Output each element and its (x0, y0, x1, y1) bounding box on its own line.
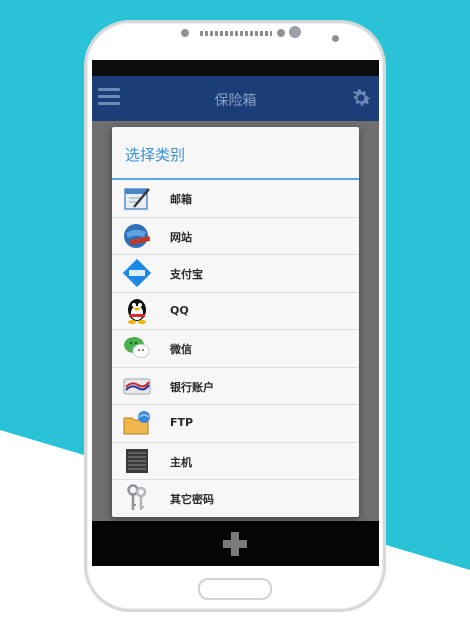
gear-icon[interactable] (349, 86, 373, 110)
category-label: 支付宝 (170, 268, 203, 281)
bottom-bar (92, 521, 379, 566)
category-item-host[interactable]: 主机 (112, 443, 359, 480)
mail-icon (124, 188, 150, 210)
category-label: 主机 (170, 455, 192, 469)
front-camera (289, 26, 301, 38)
category-label: 其它密码 (170, 493, 214, 506)
sensor-dot (332, 35, 339, 42)
app-bar: 保险箱 (92, 76, 379, 121)
category-item-other-password[interactable]: 其它密码 (112, 480, 359, 518)
category-label: 银行账户 (170, 380, 214, 394)
category-label: 微信 (170, 343, 192, 356)
status-bar (92, 60, 379, 76)
bank-card-icon (123, 378, 151, 394)
category-label: 邮箱 (170, 193, 192, 206)
keys-icon (127, 484, 147, 510)
sensor-dot (181, 29, 189, 37)
speaker-grille (200, 31, 272, 36)
alipay-icon (122, 258, 152, 288)
category-item-bank-account[interactable]: 银行账户 (112, 368, 359, 405)
category-item-alipay[interactable]: 支付宝 (112, 255, 359, 293)
globe-icon (124, 223, 151, 248)
plus-icon[interactable] (222, 531, 248, 557)
category-item-website[interactable]: 网站 (112, 218, 359, 255)
app-title: 保险箱 (214, 93, 257, 109)
category-item-qq[interactable]: QQ (112, 293, 359, 330)
qq-penguin-icon (128, 298, 146, 324)
category-list: 邮箱 网站 支付宝 QQ 微信 银行账户 FTP 主机 其它密码 (112, 180, 359, 518)
ftp-folder-icon (123, 411, 150, 435)
category-label: FTP (170, 416, 194, 429)
category-item-ftp[interactable]: FTP (112, 405, 359, 443)
category-item-wechat[interactable]: 微信 (112, 330, 359, 368)
server-icon (126, 448, 148, 473)
dialog-title: 选择类别 (125, 146, 186, 164)
category-item-mail[interactable]: 邮箱 (112, 180, 359, 218)
sensor-dot (277, 29, 285, 37)
category-label: 网站 (170, 230, 192, 244)
category-dialog: 选择类别 邮箱 网站 支付宝 QQ 微信 银行账户 FTP 主机 其它密码 (112, 127, 359, 517)
category-label: QQ (170, 303, 189, 317)
wechat-icon (124, 337, 150, 358)
home-button[interactable] (198, 578, 272, 600)
